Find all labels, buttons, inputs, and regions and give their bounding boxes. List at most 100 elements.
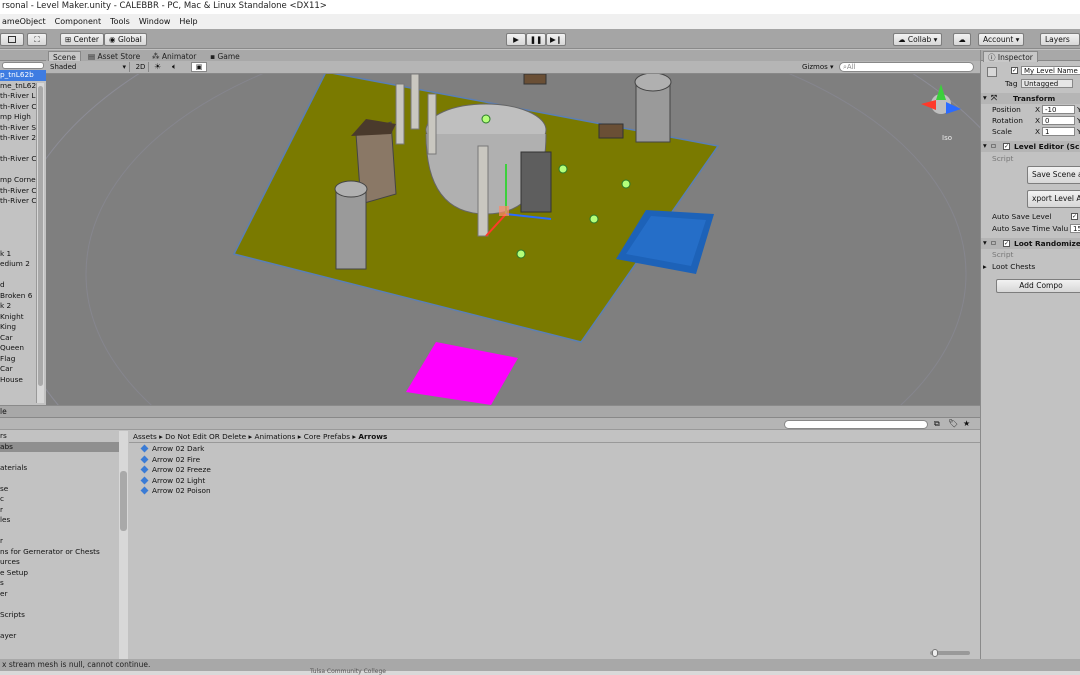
filter-type-icon[interactable]: ⧉ [934,419,940,429]
folder-item[interactable] [0,620,127,631]
project-search-input[interactable] [784,420,928,429]
chest[interactable] [598,123,624,139]
folder-item[interactable]: abs [0,441,127,452]
breadcrumb-animations[interactable]: Animations [254,432,295,441]
pause-button[interactable]: ❚❚ [526,33,546,46]
hierarchy-scroll-thumb[interactable] [38,86,43,386]
breadcrumb-do-not-edit[interactable]: Do Not Edit OR Delete [165,432,246,441]
scene-viewport[interactable]: Iso [46,74,980,405]
asset-item[interactable]: Arrow 02 Freeze [139,465,439,476]
scale-x-field[interactable]: 1 [1042,127,1075,136]
folder-item[interactable]: les [0,515,127,526]
tab-project[interactable]: le [0,407,7,416]
pivot-center-button[interactable]: ⊞ Center [60,33,104,46]
missing-material-tile[interactable] [406,342,518,405]
orientation-gizmo[interactable] [921,84,961,114]
folder-item[interactable] [0,599,127,610]
pillar[interactable] [395,83,405,145]
folder-item[interactable]: aterials [0,463,127,474]
breadcrumb-assets[interactable]: Assets [133,432,157,441]
gizmo-center[interactable] [499,206,509,216]
folder-item[interactable]: e Setup [0,568,127,579]
lantern[interactable] [516,249,526,259]
play-button[interactable]: ▶ [506,33,526,46]
tag-dropdown[interactable]: Untagged [1021,79,1073,88]
pillar[interactable] [427,93,437,155]
gate-structure[interactable] [520,151,552,213]
folder-scrollbar[interactable] [119,431,128,661]
level-editor-enabled-checkbox[interactable]: ✓ [1003,143,1010,150]
transform-header[interactable]: ▾ ⤧ Transform [981,93,1080,104]
tab-inspector[interactable]: ⓘ Inspector [983,51,1038,62]
position-x-field[interactable]: -10 [1042,105,1075,114]
asset-item[interactable]: Arrow 02 Fire [139,455,439,466]
icon-size-handle[interactable] [932,649,938,657]
rect-tool-button[interactable] [0,33,24,46]
menu-gameobject[interactable]: ameObject [2,14,46,29]
projection-label[interactable]: Iso [942,134,952,142]
hierarchy-item[interactable]: p_tnL62b [0,70,46,81]
hierarchy-search-input[interactable] [2,62,44,69]
cloud-button[interactable]: ☁ [953,33,971,46]
shading-mode-dropdown[interactable]: Shaded ▾ [50,62,130,72]
transform-tool-button[interactable]: ⛶ [27,33,47,46]
hierarchy-search-bar[interactable] [0,61,46,70]
folder-item[interactable]: ns for Gernerator or Chests [0,547,127,558]
asset-item[interactable]: Arrow 02 Light [139,476,439,487]
breadcrumb-core-prefabs[interactable]: Core Prefabs [304,432,350,441]
audio-icon[interactable]: 🔈︎ [172,62,177,72]
lantern[interactable] [481,114,491,124]
account-button[interactable]: Account ▾ [978,33,1025,46]
folder-item[interactable] [0,452,127,463]
breadcrumb-arrows[interactable]: Arrows [358,432,387,441]
filter-label-icon[interactable]: 🏷︎ [948,419,958,428]
icon-size-slider[interactable] [930,649,970,657]
folder-item[interactable]: se [0,484,127,495]
watch-tower[interactable] [335,188,367,270]
export-level-button[interactable]: xport Level A [1027,190,1080,208]
loot-enabled-checkbox[interactable]: ✓ [1003,240,1010,247]
level-editor-header[interactable]: ▾ ▫ ✓ Level Editor (Sc [981,141,1080,152]
scene-canvas[interactable]: Iso [46,74,980,405]
folder-item[interactable] [0,526,127,537]
asset-item[interactable]: Arrow 02 Dark [139,444,439,455]
mode-2d-toggle[interactable]: 2D [133,62,149,72]
save-scene-button[interactable]: Save Scene a [1027,166,1080,184]
menu-help[interactable]: Help [179,14,197,29]
add-component-button[interactable]: Add Compo [996,279,1080,293]
folder-item[interactable]: c [0,494,127,505]
gizmo-right-cone[interactable] [921,100,936,110]
folder-scroll-thumb[interactable] [120,471,127,531]
folder-item[interactable]: Scripts [0,610,127,621]
folder-item[interactable]: r [0,536,127,547]
object-name-field[interactable]: My Level Name [1021,66,1080,75]
lantern[interactable] [621,179,631,189]
folder-item[interactable]: er [0,589,127,600]
scene-search-input[interactable]: ⌕All [839,62,974,72]
asset-item[interactable]: Arrow 02 Poison [139,486,439,497]
status-bar[interactable]: x stream mesh is null, cannot continue. [0,659,1080,671]
lantern[interactable] [558,164,568,174]
folder-item[interactable]: ayer [0,631,127,642]
layers-button[interactable]: Layers [1040,33,1080,46]
folder-item[interactable]: r [0,505,127,516]
hierarchy-scrollbar[interactable] [36,83,44,403]
auto-save-checkbox[interactable]: ✓ [1071,213,1078,220]
menu-window[interactable]: Window [139,14,171,29]
chest[interactable] [523,74,547,85]
folder-item[interactable]: s [0,578,127,589]
lighting-icon[interactable]: ☀ [154,62,161,72]
pivot-global-button[interactable]: ◉ Global [104,33,147,46]
rotation-x-field[interactable]: 0 [1042,116,1075,125]
auto-save-time-field[interactable]: 15 [1070,224,1080,233]
gizmo-forward-cone[interactable] [946,102,961,114]
collab-button[interactable]: ☁ Collab ▾ [893,33,943,46]
effects-icon[interactable]: ▣ [191,62,207,72]
pillar[interactable] [477,145,489,237]
gizmo-up-cone[interactable] [936,84,946,100]
folder-item[interactable] [0,473,127,484]
menu-component[interactable]: Component [55,14,101,29]
loot-header[interactable]: ▾ ▫ ✓ Loot Randomize [981,238,1080,249]
active-checkbox[interactable]: ✓ [1011,67,1018,74]
favorite-icon[interactable]: ★ [963,419,970,428]
